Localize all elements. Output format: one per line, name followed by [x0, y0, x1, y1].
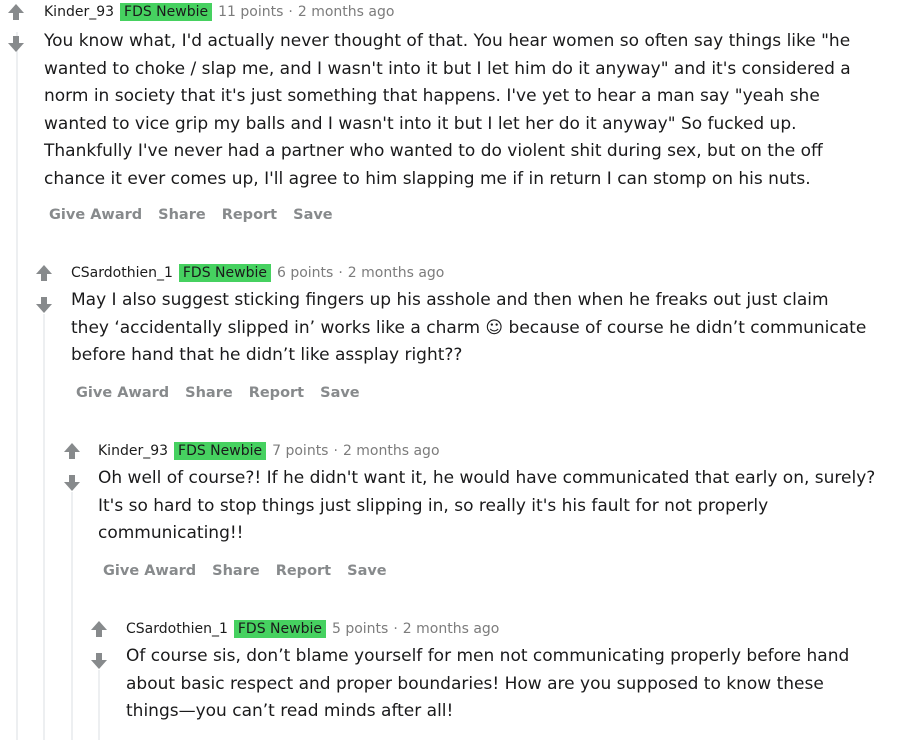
separator-dot: · [333, 443, 338, 459]
upvote-icon[interactable] [36, 265, 52, 274]
timestamp[interactable]: 2 months ago [348, 265, 445, 281]
author-name[interactable]: Kinder_93 [44, 4, 114, 20]
report-button[interactable]: Report [249, 385, 304, 401]
user-flair: FDS Newbie [120, 3, 213, 21]
comment-body: Oh well of course?! If he didn't want it… [98, 468, 876, 543]
comment-actions: Give Award Share Report Save [103, 563, 403, 579]
save-button[interactable]: Save [320, 385, 360, 401]
give-award-button[interactable]: Give Award [76, 385, 169, 401]
author-name[interactable]: CSardothien_1 [71, 265, 173, 281]
comment-actions: Give Award Share Report Save [49, 207, 349, 223]
thread-line-level-3[interactable] [71, 492, 73, 740]
share-button[interactable]: Share [185, 385, 233, 401]
user-flair: FDS Newbie [174, 442, 267, 460]
comment-meta: CSardothien_1 FDS Newbie 6 points · 2 months… [71, 263, 444, 283]
downvote-icon[interactable] [8, 43, 24, 52]
separator-dot: · [338, 265, 343, 281]
separator-dot: · [288, 4, 293, 20]
upvote-icon-stem [13, 13, 19, 20]
separator-dot: · [393, 621, 398, 637]
user-flair: FDS Newbie [178, 264, 271, 282]
downvote-icon-stem [96, 653, 102, 660]
comment-body: Of course sis, don’t blame yourself for … [126, 646, 850, 721]
upvote-icon[interactable] [8, 4, 24, 13]
report-button[interactable]: Report [276, 563, 331, 579]
save-button[interactable]: Save [293, 207, 333, 223]
points: 6 points [276, 265, 334, 281]
downvote-icon[interactable] [91, 660, 107, 669]
thread-line-level-1[interactable] [16, 32, 18, 740]
report-button[interactable]: Report [222, 207, 277, 223]
comment-meta: Kinder_93 FDS Newbie 11 points · 2 months ag… [44, 2, 394, 22]
downvote-icon-stem [41, 297, 47, 304]
thread-line-level-4[interactable] [98, 670, 100, 740]
comment-meta: CSardothien_1 FDS Newbie 5 points · 2 months… [126, 619, 499, 639]
upvote-icon[interactable] [64, 443, 80, 452]
user-flair: FDS Newbie [233, 620, 326, 638]
comment-actions: Give Award Share Report Save [76, 385, 376, 401]
downvote-icon-stem [69, 475, 75, 482]
timestamp[interactable]: 2 months ago [403, 621, 500, 637]
give-award-button[interactable]: Give Award [49, 207, 142, 223]
points: 11 points [218, 4, 284, 20]
timestamp[interactable]: 2 months ago [298, 4, 395, 20]
upvote-icon[interactable] [91, 621, 107, 630]
save-button[interactable]: Save [347, 563, 387, 579]
timestamp[interactable]: 2 months ago [343, 443, 440, 459]
downvote-icon-stem [13, 36, 19, 43]
author-name[interactable]: Kinder_93 [98, 443, 168, 459]
upvote-icon-stem [96, 630, 102, 637]
share-button[interactable]: Share [212, 563, 260, 579]
upvote-icon-stem [69, 452, 75, 459]
comment-body: May I also suggest sticking fingers up h… [71, 290, 867, 365]
downvote-icon[interactable] [36, 304, 52, 313]
points: 7 points [272, 443, 329, 459]
give-award-button[interactable]: Give Award [103, 563, 196, 579]
upvote-icon-stem [41, 274, 47, 281]
comment-meta: Kinder_93 FDS Newbie 7 points · 2 months ago [98, 441, 440, 461]
comment-body: You know what, I'd actually never though… [44, 31, 851, 189]
downvote-icon[interactable] [64, 482, 80, 491]
thread-line-level-2[interactable] [43, 314, 45, 740]
share-button[interactable]: Share [158, 207, 206, 223]
points: 5 points [331, 621, 389, 637]
author-name[interactable]: CSardothien_1 [126, 621, 228, 637]
